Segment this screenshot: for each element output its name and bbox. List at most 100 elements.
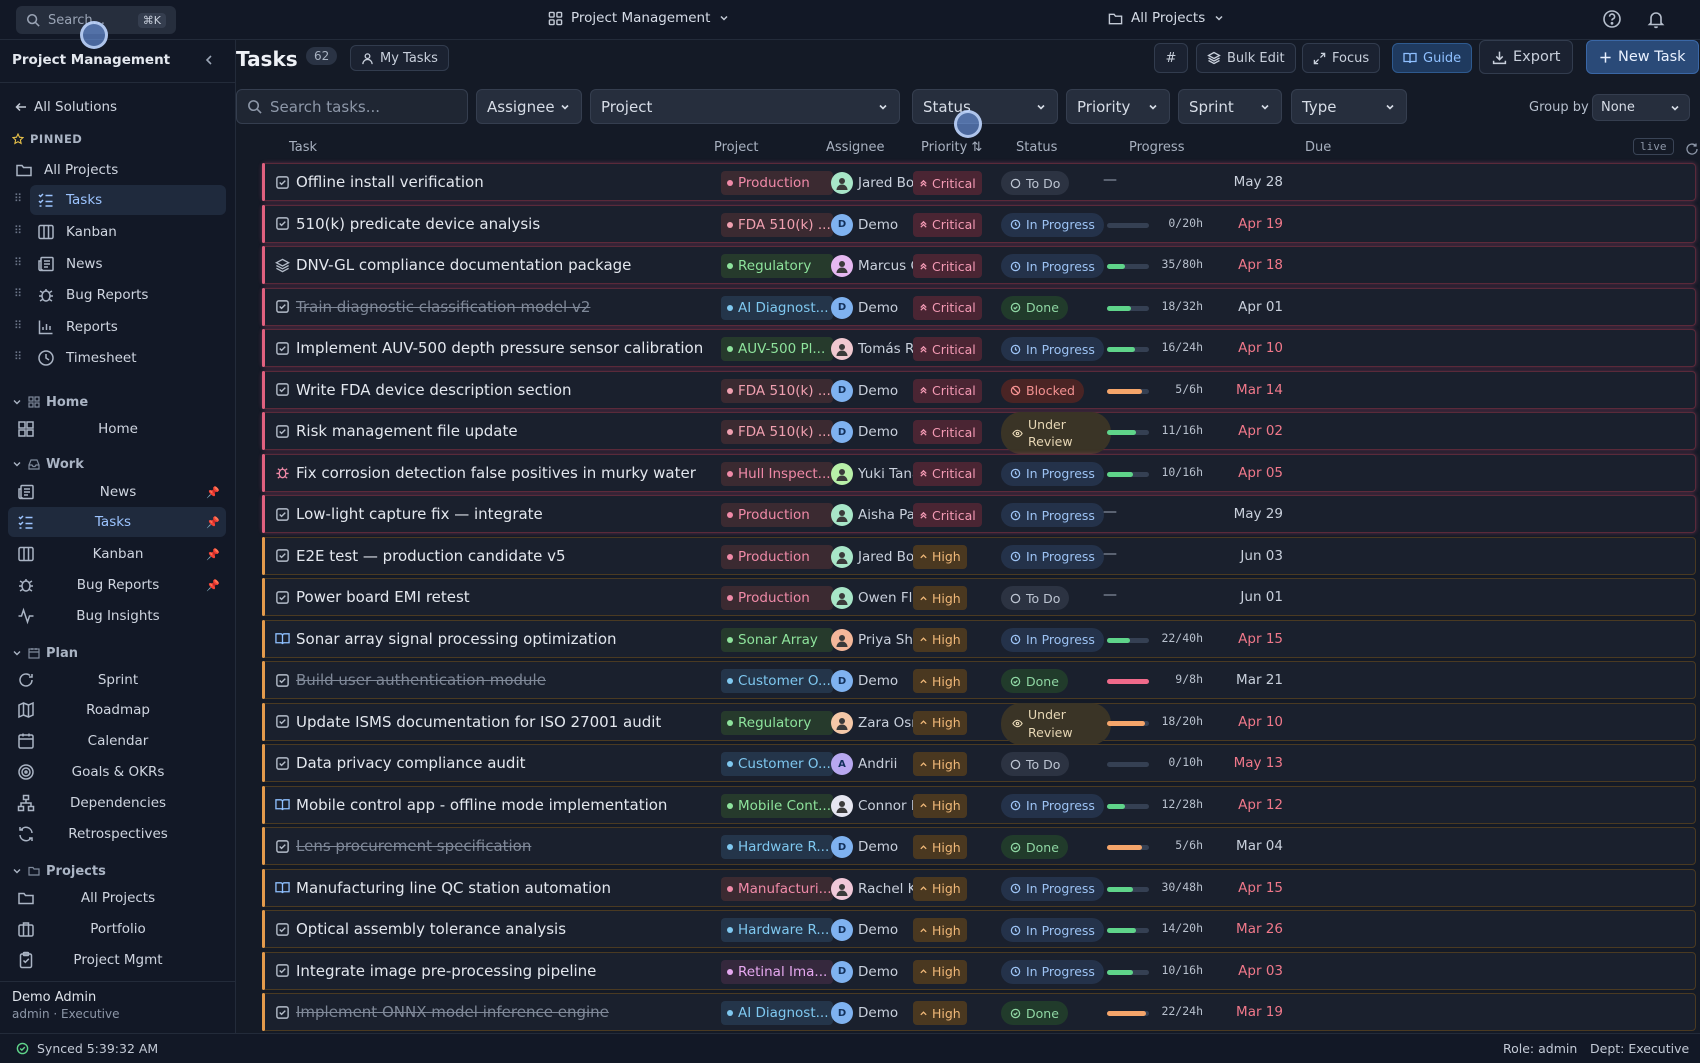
project-filter[interactable]: Project (590, 89, 900, 124)
drag-handle-icon[interactable]: ⠿ (14, 224, 22, 237)
priority-badge[interactable]: High (913, 710, 967, 735)
section-projects-header[interactable]: Projects (12, 861, 106, 881)
status-badge[interactable]: In Progress (1001, 544, 1104, 569)
col-priority[interactable]: Priority ⇅ (921, 140, 982, 155)
bulk-edit-button[interactable]: Bulk Edit (1196, 43, 1296, 73)
col-project[interactable]: Project (714, 140, 758, 155)
section-work-header[interactable]: Work (12, 454, 84, 474)
sidebar-pinned-timesheet[interactable]: Timesheet (30, 343, 226, 373)
priority-badge[interactable]: Critical (913, 295, 982, 320)
table-row[interactable]: Build user authentication module Customer… (262, 661, 1696, 699)
project-tag[interactable]: Hull Inspect... (721, 461, 833, 486)
table-row[interactable]: Optical assembly tolerance analysis Hardw… (262, 910, 1696, 948)
task-title[interactable]: Write FDA device description section (275, 381, 572, 399)
sidebar-item-bug-reports[interactable]: Bug Reports 📌 (0, 570, 236, 600)
drag-handle-icon[interactable]: ⠿ (14, 319, 22, 332)
table-row[interactable]: Data privacy compliance audit Customer O.… (262, 744, 1696, 782)
priority-badge[interactable]: Critical (913, 461, 982, 486)
task-title[interactable]: Optical assembly tolerance analysis (275, 920, 566, 938)
my-tasks-button[interactable]: My Tasks (350, 45, 449, 71)
priority-badge[interactable]: High (913, 544, 967, 569)
project-tag[interactable]: Production (721, 503, 833, 527)
priority-badge[interactable]: High (913, 959, 967, 984)
sidebar-item-portfolio[interactable]: Portfolio (0, 914, 236, 944)
status-badge[interactable]: Done (1001, 669, 1068, 693)
drag-handle-icon[interactable]: ⠿ (14, 192, 22, 205)
sidebar-pinned-kanban[interactable]: Kanban (30, 217, 226, 247)
table-row[interactable]: Update ISMS documentation for ISO 27001 … (262, 702, 1696, 745)
priority-badge[interactable]: High (913, 835, 967, 859)
hash-button[interactable]: # (1154, 43, 1188, 73)
status-badge[interactable]: In Progress (1001, 254, 1104, 278)
sidebar-item-tasks[interactable]: Tasks 📌 (8, 507, 226, 537)
sidebar-pinned-news[interactable]: News (30, 249, 226, 279)
project-scope-switcher[interactable]: All Projects (1108, 10, 1225, 26)
sidebar-item-calendar[interactable]: Calendar (0, 726, 236, 756)
status-badge[interactable]: In Progress (1001, 212, 1104, 237)
priority-badge[interactable]: High (913, 627, 967, 652)
status-badge[interactable]: To Do (1001, 586, 1070, 610)
sidebar-pinned-all-projects[interactable]: All Projects (12, 155, 226, 185)
focus-button[interactable]: Focus (1302, 43, 1381, 73)
table-row[interactable]: Lens procurement specification Hardware R… (262, 827, 1696, 865)
col-status[interactable]: Status (1016, 140, 1057, 155)
refresh-icon[interactable] (1685, 142, 1699, 156)
task-title[interactable]: Mobile control app - offline mode implem… (275, 796, 667, 814)
task-title[interactable]: Sonar array signal processing optimizati… (275, 630, 617, 648)
task-title[interactable]: Offline install verification (275, 173, 484, 191)
table-row[interactable]: Train diagnostic classification model v2… (262, 287, 1696, 326)
project-tag[interactable]: FDA 510(k) ... (721, 378, 833, 403)
project-tag[interactable]: Retinal Ima... (721, 959, 833, 984)
project-tag[interactable]: Hardware R... (721, 918, 833, 942)
project-tag[interactable]: Production (721, 171, 833, 195)
sidebar-item-dependencies[interactable]: Dependencies (0, 788, 236, 818)
workspace-switcher[interactable]: Project Management (548, 10, 730, 26)
sidebar-pinned-reports[interactable]: Reports (30, 312, 226, 342)
pin-icon[interactable]: 📌 (206, 516, 220, 529)
status-badge[interactable]: In Progress (1001, 959, 1104, 984)
project-tag[interactable]: Regulatory (721, 254, 833, 278)
project-tag[interactable]: Manufacturi... (721, 876, 833, 901)
status-badge[interactable]: In Progress (1001, 337, 1104, 361)
bell-icon[interactable] (1646, 9, 1666, 29)
status-badge[interactable]: To Do (1001, 752, 1070, 776)
export-button[interactable]: Export (1479, 40, 1574, 74)
table-row[interactable]: DNV-GL compliance documentation package R… (262, 246, 1696, 284)
project-tag[interactable]: Mobile Cont... (721, 793, 833, 818)
table-row[interactable]: Mobile control app - offline mode implem… (262, 785, 1696, 824)
table-row[interactable]: Power board EMI retestProductionOwen Fle… (262, 578, 1696, 616)
task-search-input[interactable]: Search tasks... (236, 89, 468, 124)
type-filter[interactable]: Type (1291, 89, 1407, 124)
priority-badge[interactable]: High (913, 586, 967, 610)
group-by-select[interactable]: None (1592, 94, 1690, 121)
table-row[interactable]: Implement ONNX model inference engine AI … (262, 993, 1696, 1031)
drag-handle-icon[interactable]: ⠿ (14, 256, 22, 269)
status-badge[interactable]: In Progress (1001, 876, 1104, 901)
sidebar-item-home[interactable]: Home (0, 414, 236, 444)
priority-badge[interactable]: High (913, 1001, 967, 1025)
drag-handle-icon[interactable]: ⠿ (14, 350, 22, 363)
status-badge[interactable]: Blocked (1001, 378, 1084, 403)
drag-handle-icon[interactable]: ⠿ (14, 287, 22, 300)
priority-badge[interactable]: Critical (913, 378, 982, 403)
help-icon[interactable] (1602, 9, 1622, 29)
table-row[interactable]: Risk management file update FDA 510(k) ..… (262, 412, 1696, 454)
section-home-header[interactable]: Home (12, 392, 88, 412)
task-title[interactable]: Train diagnostic classification model v2 (275, 298, 590, 316)
status-badge[interactable]: Done (1001, 295, 1068, 320)
sidebar-item-roadmap[interactable]: Roadmap (0, 695, 236, 725)
sidebar-item-sprint[interactable]: Sprint (0, 665, 236, 695)
sprint-filter[interactable]: Sprint (1178, 89, 1282, 124)
priority-badge[interactable]: High (913, 876, 967, 901)
task-title[interactable]: Risk management file update (275, 422, 518, 440)
section-plan-header[interactable]: Plan (12, 643, 78, 663)
priority-badge[interactable]: Critical (913, 503, 982, 527)
project-tag[interactable]: AUV-500 Pl... (721, 337, 833, 361)
task-title[interactable]: Update ISMS documentation for ISO 27001 … (275, 713, 661, 731)
new-task-button[interactable]: New Task (1586, 40, 1699, 74)
sidebar-pinned-tasks[interactable]: Tasks (30, 185, 226, 215)
priority-filter[interactable]: Priority (1066, 89, 1170, 124)
status-badge[interactable]: Under Review (1001, 412, 1111, 454)
table-row[interactable]: Write FDA device description section FDA … (262, 370, 1696, 409)
table-row[interactable]: Integrate image pre-processing pipeline R… (262, 951, 1696, 990)
